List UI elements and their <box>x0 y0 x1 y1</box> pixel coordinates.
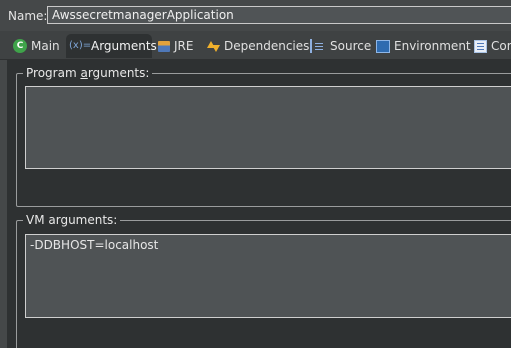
dependencies-icon <box>206 39 220 53</box>
program-arguments-group: Program arguments: <box>16 66 511 207</box>
name-label: Name: <box>8 9 48 23</box>
tab-source-label: Source <box>330 39 372 53</box>
configuration-name-input[interactable] <box>47 6 511 24</box>
vm-arguments-label: VM arguments: <box>23 213 121 227</box>
tab-bar: C Main (x)= Arguments JRE Dependencies S… <box>0 31 511 60</box>
program-arguments-textarea[interactable] <box>25 86 511 169</box>
tab-source[interactable]: Source <box>310 34 371 58</box>
program-arguments-label: Program arguments: <box>23 66 153 80</box>
tab-dependencies-label: Dependencies <box>224 39 310 53</box>
launch-configuration-dialog: Name: C Main (x)= Arguments JRE Dependen… <box>0 0 511 348</box>
main-class-icon: C <box>13 39 27 53</box>
tab-common-label: Common <box>491 39 511 53</box>
source-lookup-icon <box>310 39 326 53</box>
tab-environment-label: Environment <box>394 39 471 53</box>
vm-arguments-group: VM arguments: -DDBHOST=localhost <box>16 213 511 348</box>
common-icon <box>474 39 487 53</box>
tab-common[interactable]: Common <box>474 34 511 58</box>
tab-arguments[interactable]: (x)= Arguments <box>66 34 157 58</box>
arguments-icon: (x)= <box>69 40 92 51</box>
arguments-tab-panel: Program arguments: VM arguments: -DDBHOS… <box>7 60 511 348</box>
vm-arguments-textarea[interactable]: -DDBHOST=localhost <box>25 234 511 318</box>
tab-jre[interactable]: JRE <box>158 34 193 58</box>
tab-dependencies[interactable]: Dependencies <box>206 34 309 58</box>
tab-main-label: Main <box>31 39 60 53</box>
jre-library-icon <box>158 40 170 52</box>
tab-environment[interactable]: Environment <box>376 34 471 58</box>
tab-arguments-label: Arguments <box>91 39 157 53</box>
tab-jre-label: JRE <box>174 39 194 53</box>
tab-main[interactable]: C Main <box>13 34 60 58</box>
environment-icon <box>376 39 390 53</box>
